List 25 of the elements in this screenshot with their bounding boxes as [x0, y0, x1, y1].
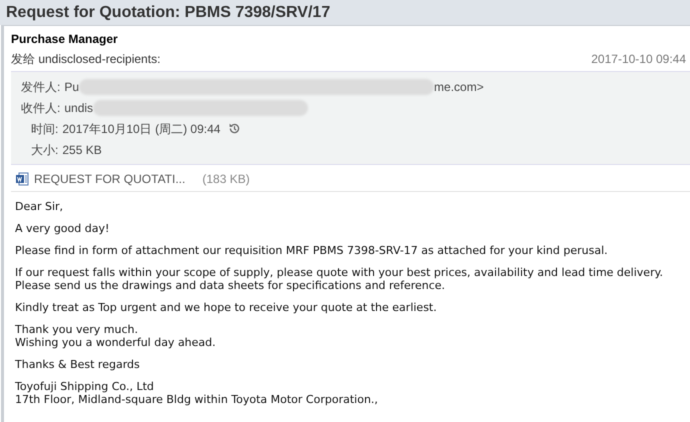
- body-paragraph: Please find in form of attachment our requisition MRF PBMS 7398-SRV-17 as attached for your kind perusal.: [15, 244, 609, 257]
- body-paragraph: Thanks & Best regards: [15, 358, 141, 371]
- detail-value: 2017年10月10日 (周二) 09:44: [62, 120, 220, 138]
- body-paragraph: If our request falls within your scope of supply, please quote with your best prices, availability and lead time delivery. Please send us the drawings and data sheets for specifications and reference.: [15, 266, 664, 292]
- detail-label: 发件人:: [21, 78, 60, 96]
- history-icon[interactable]: [228, 122, 242, 135]
- body-paragraph: Dear Sir,: [15, 200, 64, 213]
- attachment-size: (183 KB): [202, 171, 250, 188]
- detail-value: me.com>: [434, 78, 484, 96]
- detail-label: 收件人:: [21, 100, 60, 116]
- detail-label: 时间:: [31, 120, 58, 138]
- detail-value: 255 KB: [62, 142, 102, 158]
- email-subject: Request for Quotation: PBMS 7398/SRV/17: [6, 3, 332, 23]
- body-paragraph: A very good day!: [15, 222, 110, 235]
- document-icon: [15, 172, 29, 186]
- detail-value: Pu: [64, 78, 80, 96]
- date-text: 2017-10-10 09:44: [591, 51, 687, 67]
- attachment-link[interactable]: REQUEST FOR QUOTATI...: [34, 170, 186, 188]
- sender-name: Purchase Manager: [11, 31, 119, 47]
- body-paragraph: Kindly treat as Top urgent and we hope to receive your quote at the earliest.: [15, 301, 438, 314]
- recipients-line: 发给 undisclosed-recipients:: [11, 51, 160, 67]
- detail-value: undis: [64, 100, 94, 116]
- detail-label: 大小:: [31, 142, 58, 158]
- body-paragraph: Toyofuji Shipping Co., Ltd 17th Floor, Midland-square Bldg within Toyota Motor Corporation.,: [15, 380, 379, 406]
- body-paragraph: Thank you very much. Wishing you a wonderful day ahead.: [15, 323, 217, 349]
